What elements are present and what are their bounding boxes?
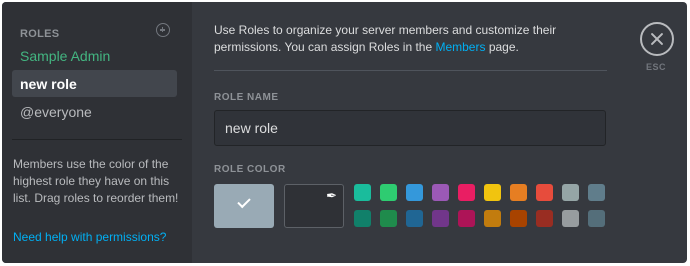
color-swatch[interactable]: [484, 210, 501, 227]
color-swatch[interactable]: [588, 184, 605, 201]
esc-label: ESC: [646, 62, 667, 72]
color-swatch[interactable]: [536, 210, 553, 227]
color-swatch[interactable]: [354, 210, 371, 227]
role-item-sample-admin[interactable]: Sample Admin: [12, 42, 177, 69]
color-palette: [354, 184, 605, 227]
role-item-everyone[interactable]: @everyone: [12, 98, 177, 125]
intro-text-after: page.: [485, 40, 519, 54]
color-swatch[interactable]: [536, 184, 553, 201]
intro-divider: [214, 70, 607, 71]
color-swatch[interactable]: [510, 184, 527, 201]
role-name-input[interactable]: [214, 110, 606, 146]
color-swatch[interactable]: [380, 184, 397, 201]
color-swatch[interactable]: [510, 210, 527, 227]
checkmark-icon: [237, 194, 251, 209]
roles-help-text: Members use the color of the highest rol…: [13, 157, 179, 205]
role-name-label: ROLE NAME: [214, 92, 279, 103]
close-icon[interactable]: [640, 22, 674, 56]
roles-sidebar: ROLES Sample Admin new role @everyone Me…: [2, 2, 192, 263]
members-link[interactable]: Members: [435, 40, 485, 54]
color-swatch[interactable]: [432, 210, 449, 227]
role-editor: Use Roles to organize your server member…: [192, 2, 687, 263]
permissions-help-link[interactable]: Need help with permissions?: [13, 230, 166, 244]
color-swatch[interactable]: [562, 210, 579, 227]
roles-header: ROLES: [20, 23, 170, 40]
roles-header-label: ROLES: [20, 28, 60, 40]
color-swatch[interactable]: [588, 210, 605, 227]
color-swatch[interactable]: [380, 210, 397, 227]
color-swatch[interactable]: [432, 184, 449, 201]
custom-color-swatch[interactable]: ✒: [284, 184, 344, 228]
default-color-swatch[interactable]: [214, 184, 274, 228]
eyedropper-icon: ✒: [326, 188, 337, 203]
color-swatch[interactable]: [458, 210, 475, 227]
color-swatch[interactable]: [562, 184, 579, 201]
sidebar-divider: [12, 139, 182, 140]
role-color-label: ROLE COLOR: [214, 164, 286, 175]
add-circle-icon[interactable]: [156, 23, 170, 37]
color-swatch[interactable]: [406, 210, 423, 227]
color-swatch[interactable]: [354, 184, 371, 201]
color-swatch[interactable]: [458, 184, 475, 201]
role-item-new-role[interactable]: new role: [12, 70, 177, 97]
color-swatch[interactable]: [406, 184, 423, 201]
server-settings-roles: ROLES Sample Admin new role @everyone Me…: [2, 2, 687, 263]
roles-intro-text: Use Roles to organize your server member…: [214, 22, 609, 56]
color-swatch[interactable]: [484, 184, 501, 201]
